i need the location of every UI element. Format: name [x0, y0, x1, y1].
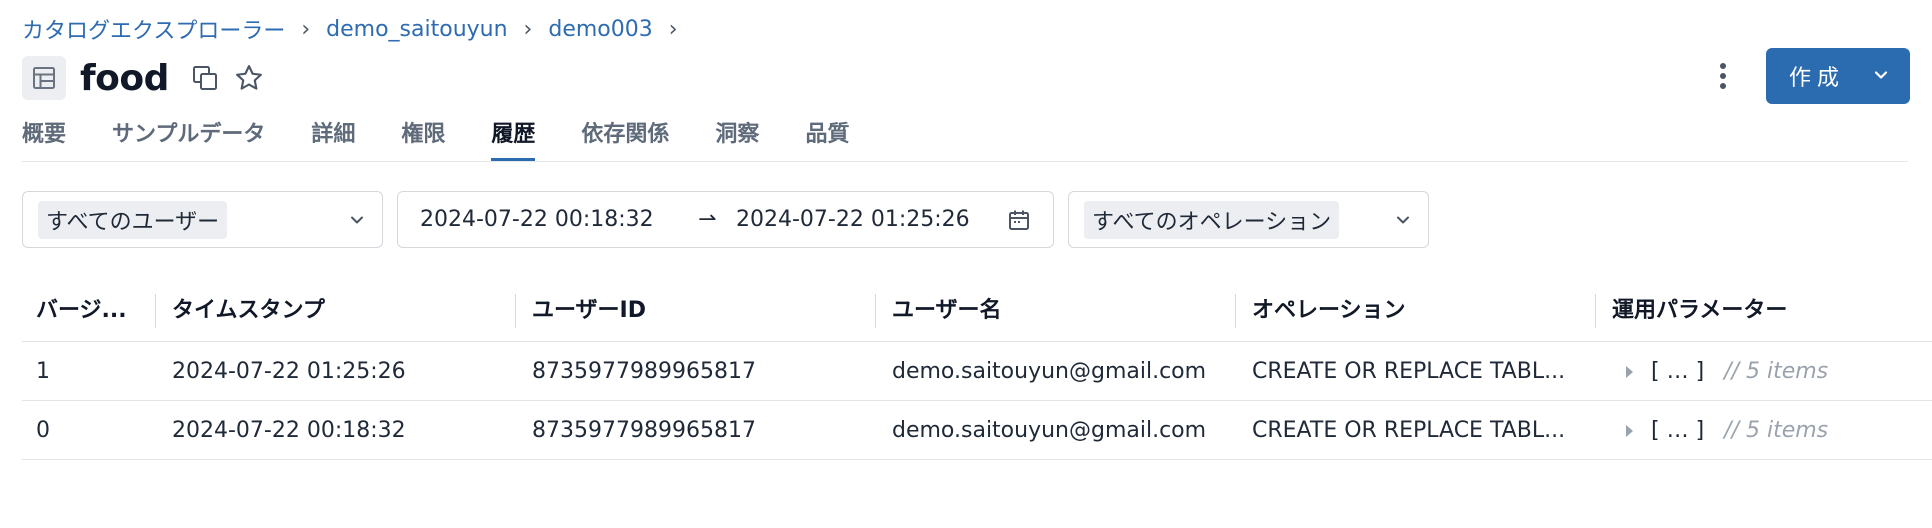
- expand-caret-icon[interactable]: [1626, 424, 1633, 437]
- column-header-operation-parameters[interactable]: 運用パラメーター: [1612, 280, 1912, 342]
- params-collapsed-bracket: [ … ]: [1651, 418, 1705, 443]
- table-header-row: バージ... タイムスタンプ ユーザーID ユーザー名 オペレーション 運用パラ…: [22, 280, 1932, 342]
- cell-user-id: 8735977989965817: [532, 359, 756, 384]
- history-table: バージ... タイムスタンプ ユーザーID ユーザー名 オペレーション 運用パラ…: [22, 280, 1932, 460]
- copy-icon[interactable]: [187, 60, 223, 96]
- cell-operation: CREATE OR REPLACE TABL...: [1252, 418, 1566, 443]
- date-range-picker[interactable]: 2024-07-22 00:18:32 ⇀ 2024-07-22 01:25:2…: [397, 191, 1054, 248]
- tab-quality[interactable]: 品質: [805, 116, 849, 162]
- cell-version: 1: [36, 359, 50, 384]
- tab-details[interactable]: 詳細: [311, 116, 355, 162]
- breadcrumb: カタログエクスプローラー › demo_saitouyun › demo003 …: [22, 13, 694, 45]
- params-item-count: // 5 items: [1724, 359, 1829, 384]
- params-item-count: // 5 items: [1724, 418, 1829, 443]
- chevron-down-icon: [1394, 211, 1412, 233]
- table-row[interactable]: 1 2024-07-22 01:25:26 8735977989965817 d…: [22, 342, 1932, 401]
- column-header-user-id[interactable]: ユーザーID: [532, 280, 832, 342]
- title-row: food: [22, 54, 267, 102]
- chevron-down-icon[interactable]: [1872, 66, 1890, 88]
- create-button[interactable]: 作成: [1766, 48, 1910, 104]
- table-row[interactable]: 0 2024-07-22 00:18:32 8735977989965817 d…: [22, 401, 1932, 460]
- date-range-arrow: ⇀: [698, 207, 717, 232]
- cell-user-name: demo.saitouyun@gmail.com: [892, 418, 1207, 443]
- create-button-label: 作成: [1789, 66, 1846, 91]
- column-header-timestamp[interactable]: タイムスタンプ: [172, 280, 472, 342]
- calendar-icon[interactable]: [1007, 208, 1031, 236]
- cell-version: 0: [36, 418, 50, 443]
- breadcrumb-catalog[interactable]: demo_saitouyun: [326, 17, 507, 42]
- breadcrumb-separator: ›: [668, 16, 678, 42]
- operation-filter-select[interactable]: すべてのオペレーション: [1068, 191, 1429, 248]
- column-resize-handle[interactable]: [1235, 294, 1236, 328]
- column-header-version[interactable]: バージ...: [36, 280, 132, 342]
- tab-history[interactable]: 履歴: [491, 116, 536, 162]
- cell-operation: CREATE OR REPLACE TABL...: [1252, 359, 1566, 384]
- expand-caret-icon[interactable]: [1626, 365, 1633, 378]
- cell-operation-parameters[interactable]: [ … ] // 5 items: [1626, 342, 1926, 401]
- column-header-operation[interactable]: オペレーション: [1252, 280, 1552, 342]
- kebab-menu-icon[interactable]: [1708, 56, 1738, 96]
- breadcrumb-separator: ›: [523, 16, 533, 42]
- user-filter-value: すべてのユーザー: [38, 200, 228, 239]
- star-icon[interactable]: [231, 60, 267, 96]
- column-resize-handle[interactable]: [155, 294, 156, 328]
- tab-insights[interactable]: 洞察: [715, 116, 759, 162]
- tab-lineage[interactable]: 依存関係: [581, 116, 669, 162]
- tab-bar: 概要 サンプルデータ 詳細 権限 履歴 依存関係 洞察 品質: [22, 116, 849, 162]
- page-title: food: [80, 57, 169, 99]
- cell-timestamp: 2024-07-22 01:25:26: [172, 359, 406, 384]
- cell-operation-parameters[interactable]: [ … ] // 5 items: [1626, 401, 1926, 460]
- column-resize-handle[interactable]: [875, 294, 876, 328]
- tabs-divider: [22, 161, 1908, 162]
- tab-permissions[interactable]: 権限: [401, 116, 445, 162]
- tab-overview[interactable]: 概要: [22, 116, 66, 162]
- cell-user-id: 8735977989965817: [532, 418, 756, 443]
- operation-filter-value: すべてのオペレーション: [1084, 200, 1340, 239]
- column-header-user-name[interactable]: ユーザー名: [892, 280, 1192, 342]
- tab-sample-data[interactable]: サンプルデータ: [112, 116, 265, 162]
- column-resize-handle[interactable]: [1595, 294, 1596, 328]
- table-icon: [22, 56, 66, 100]
- date-from[interactable]: 2024-07-22 00:18:32: [420, 207, 654, 232]
- cell-timestamp: 2024-07-22 00:18:32: [172, 418, 406, 443]
- cell-user-name: demo.saitouyun@gmail.com: [892, 359, 1207, 384]
- date-to[interactable]: 2024-07-22 01:25:26: [736, 207, 970, 232]
- user-filter-select[interactable]: すべてのユーザー: [22, 191, 383, 248]
- breadcrumb-separator: ›: [301, 16, 311, 42]
- breadcrumb-schema[interactable]: demo003: [548, 17, 652, 42]
- column-resize-handle[interactable]: [515, 294, 516, 328]
- params-collapsed-bracket: [ … ]: [1651, 359, 1705, 384]
- breadcrumb-catalog-explorer[interactable]: カタログエクスプローラー: [22, 13, 285, 45]
- chevron-down-icon: [348, 211, 366, 233]
